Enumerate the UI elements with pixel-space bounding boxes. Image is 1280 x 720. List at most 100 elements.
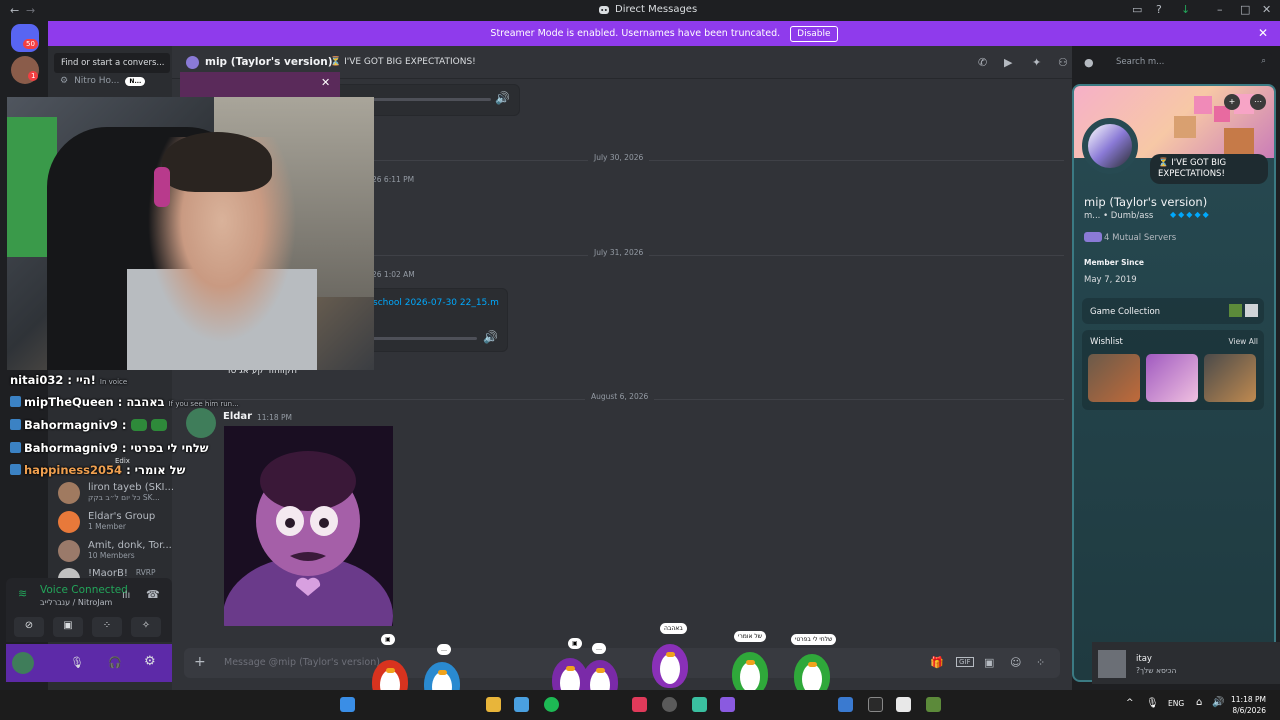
spotify-icon[interactable] [544, 697, 559, 712]
voice-call-icon[interactable]: ✆ [978, 56, 987, 69]
nitro-home-item[interactable]: ⚙ Nitro Ho... N... [60, 76, 146, 86]
dm-item[interactable]: Eldar's Group 1 Member [58, 511, 155, 533]
pin-icon[interactable]: ✦ [1032, 56, 1041, 69]
soundboard-button[interactable]: ✧ [131, 617, 161, 637]
file-explorer-icon[interactable] [486, 697, 501, 712]
find-conversation-input[interactable]: Find or start a convers... [54, 53, 170, 73]
dm-item[interactable]: !MaorB! RVRP [58, 568, 156, 578]
overlay-chat-line: mipTheQueen : באהבה If you see him run..… [10, 395, 239, 409]
emote-icon [130, 419, 147, 431]
view-all-link[interactable]: View All [1229, 337, 1258, 346]
4k-app-icon[interactable] [838, 697, 853, 712]
dm-item[interactable]: Amit, donk, Tor... 10 Members [58, 540, 172, 562]
wishlist-card: Wishlist View All [1082, 330, 1264, 410]
capcut-icon[interactable] [896, 697, 911, 712]
forward-arrow-icon[interactable]: → [26, 4, 35, 17]
volume-icon[interactable]: 🔊 [495, 91, 510, 105]
screen-share-button[interactable]: ▣ [53, 617, 83, 637]
photos-icon[interactable] [514, 697, 529, 712]
wishlist-item[interactable] [1204, 354, 1256, 402]
maximize-icon[interactable]: □ [1240, 3, 1250, 16]
minimize-icon[interactable]: – [1217, 3, 1223, 16]
notification-avatar [1098, 650, 1126, 678]
gif-icon[interactable]: GIF [956, 657, 974, 667]
start-menu-icon[interactable] [340, 697, 355, 712]
wishlist-item[interactable] [1146, 354, 1198, 402]
penguin-speech-icon: … [592, 643, 606, 654]
more-options-icon[interactable]: ⋯ [1250, 94, 1266, 110]
profile-name: mip (Taylor's version) [1084, 195, 1208, 209]
profile-badges-icon[interactable]: ◆◆◆◆◆ [1170, 210, 1211, 219]
tray-network-icon[interactable]: ⌂ [1196, 697, 1202, 708]
profile-avatar[interactable] [1082, 118, 1138, 174]
penguin-speech: שלחי לי בפרטי [791, 634, 837, 645]
profile-status-bubble: ⏳ I'VE GOT BIG EXPECTATIONS! [1150, 154, 1268, 184]
group-avatar [58, 511, 80, 533]
add-friends-icon[interactable]: ⚇ [1058, 56, 1068, 69]
tray-volume-icon[interactable]: 🔊 [1212, 697, 1224, 708]
window-title-text: Direct Messages [615, 4, 698, 15]
add-friend-icon[interactable]: + [1224, 94, 1240, 110]
tray-mic-icon[interactable]: 🎙 [1146, 698, 1159, 709]
message-author[interactable]: Eldar [223, 411, 252, 422]
eldar-avatar[interactable] [186, 408, 216, 438]
profile-toggle-icon[interactable]: ● [1084, 56, 1094, 69]
streamer-hair [162, 132, 272, 192]
audio-progress-bar[interactable] [371, 337, 477, 340]
notification-toast[interactable]: itay ?הכיסא שלך [1092, 642, 1280, 684]
sticker-icon[interactable]: ▣ [984, 656, 994, 669]
download-icon[interactable]: ↓ [1181, 3, 1190, 16]
inbox-icon[interactable]: ▭ [1132, 3, 1142, 16]
wishlist-item[interactable] [1088, 354, 1140, 402]
mutual-servers[interactable]: 4 Mutual Servers [1104, 233, 1176, 243]
voice-app-icon[interactable] [692, 697, 707, 712]
profile-tag: m... • Dumb/ass [1084, 211, 1154, 221]
overlay-chat-line: Bahormagniv9 : שלחי לי בפרטי [10, 441, 209, 455]
popup-bar [180, 72, 340, 97]
audio-progress-bar[interactable] [371, 98, 491, 101]
video-call-icon[interactable]: ▶ [1004, 56, 1012, 69]
camera-off-button[interactable]: ⊘ [14, 617, 44, 637]
message-timestamp: 26 6:11 PM [372, 175, 415, 184]
activities-button[interactable]: ⁘ [92, 617, 122, 637]
minecraft-taskbar-icon[interactable] [926, 697, 941, 712]
back-arrow-icon[interactable]: ← [10, 4, 19, 17]
microphone-icon[interactable]: 🎙 [70, 656, 84, 669]
app-grid-icon[interactable] [720, 697, 735, 712]
dm-name: !MaorB! [88, 568, 128, 578]
tray-language[interactable]: ENG [1168, 699, 1184, 708]
user-avatar[interactable] [12, 652, 34, 674]
settings-gear-icon[interactable]: ⚙ [144, 654, 156, 669]
dm-item[interactable]: liron tayeb (SKI... כל יום ל״ב בקק SK... [58, 482, 174, 504]
attach-plus-icon[interactable]: + [194, 654, 206, 670]
close-popup-icon[interactable]: ✕ [321, 76, 330, 89]
help-icon[interactable]: ? [1156, 3, 1162, 16]
voice-channel[interactable]: ענברלייב / NitroJam [40, 598, 112, 607]
disconnect-icon[interactable]: ☎ [146, 588, 160, 601]
terminal-icon[interactable] [868, 697, 883, 712]
emoji-icon[interactable]: ☺ [1010, 656, 1021, 669]
audio-file-name[interactable]: school 2026-07-30 22_15.m [373, 298, 499, 308]
recipient-avatar[interactable] [186, 56, 199, 69]
search-placeholder: Search m... [1116, 57, 1165, 67]
volume-icon[interactable]: 🔊 [483, 330, 498, 344]
game-collection-card[interactable]: Game Collection [1082, 298, 1264, 324]
recipient-name[interactable]: mip (Taylor's version) [205, 56, 333, 68]
message-composer[interactable]: + Message @mip (Taylor's version) 🎁 GIF … [184, 648, 1060, 678]
taskbar-clock[interactable]: 11:18 PM 8/6/2026 [1231, 694, 1266, 716]
gift-icon[interactable]: 🎁 [930, 656, 944, 669]
noise-suppression-icon[interactable]: ılı [122, 590, 130, 601]
steam-icon[interactable] [662, 697, 677, 712]
disable-streamer-mode-button[interactable]: Disable [790, 25, 838, 42]
penguin-speech: באהבה [660, 623, 687, 634]
dm-sub: 10 Members [88, 551, 135, 560]
tray-chevron-icon[interactable]: ^ [1126, 698, 1134, 708]
apps-icon[interactable]: ⁘ [1036, 656, 1045, 669]
voice-status[interactable]: Voice Connected [40, 584, 128, 596]
message-image[interactable] [224, 426, 393, 626]
headphones-icon[interactable]: 🎧 [108, 656, 122, 669]
search-input[interactable]: Search m... ⌕ [1110, 53, 1272, 72]
close-banner-icon[interactable]: ✕ [1258, 26, 1268, 40]
tiktok-icon[interactable] [632, 697, 647, 712]
close-window-icon[interactable]: ✕ [1262, 3, 1271, 16]
